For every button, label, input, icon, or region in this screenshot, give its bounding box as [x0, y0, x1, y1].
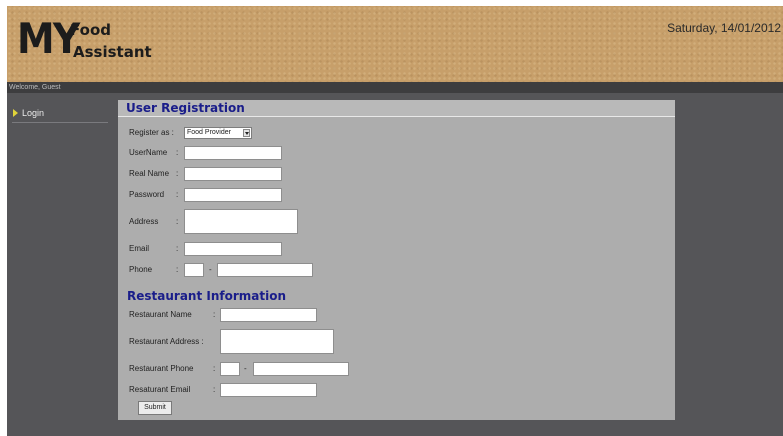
restaurant-phone-label: Restaurant Phone — [129, 364, 194, 373]
restaurant-name-colon: : — [213, 310, 216, 319]
current-date: Saturday, 14/01/2012 — [667, 21, 781, 35]
registration-panel: User Registration Register as : Food Pro… — [118, 100, 675, 420]
address-textarea[interactable] — [184, 209, 298, 234]
phone-dash: - — [209, 265, 212, 274]
restaurant-name-input[interactable] — [220, 308, 317, 322]
email-label: Email — [129, 244, 150, 253]
phone-number-input[interactable] — [217, 263, 313, 277]
restaurant-phone-number-input[interactable] — [253, 362, 349, 376]
welcome-bar: Welcome, Guest — [7, 82, 783, 93]
restaurant-email-input[interactable] — [220, 383, 317, 397]
arrow-right-icon — [13, 109, 18, 117]
restaurant-phone-prefix-input[interactable] — [220, 362, 240, 376]
restaurant-phone-colon: : — [213, 364, 216, 373]
submit-button[interactable]: Submit — [138, 401, 172, 415]
logo-food-text: Food — [70, 21, 111, 39]
header: MY Food Assistant Saturday, 14/01/2012 — [7, 6, 783, 82]
restaurant-phone-dash: - — [244, 364, 247, 373]
app-frame: MY Food Assistant Saturday, 14/01/2012 W… — [7, 6, 783, 436]
welcome-text: Welcome, Guest — [9, 84, 61, 91]
phone-colon: : — [176, 265, 179, 274]
username-colon: : — [176, 148, 179, 157]
username-input[interactable] — [184, 146, 282, 160]
address-colon: : — [176, 217, 179, 226]
register-as-label: Register as : — [129, 128, 174, 137]
register-as-select[interactable]: Food Provider — [184, 127, 252, 139]
chevron-down-icon[interactable] — [243, 129, 250, 137]
password-input[interactable] — [184, 188, 282, 202]
logo[interactable]: MY Food Assistant — [17, 14, 167, 72]
restaurant-address-textarea[interactable] — [220, 329, 334, 354]
restaurant-name-label: Restaurant Name — [129, 310, 192, 319]
sidebar-item-login[interactable]: Login — [12, 104, 108, 123]
realname-input[interactable] — [184, 167, 282, 181]
realname-colon: : — [176, 169, 179, 178]
panel-title-bar: User Registration — [118, 100, 675, 117]
realname-label: Real Name — [129, 169, 170, 178]
login-link[interactable]: Login — [22, 108, 44, 118]
email-colon: : — [176, 244, 179, 253]
phone-label: Phone — [129, 265, 153, 274]
restaurant-address-label: Restaurant Address : — [129, 337, 204, 346]
register-as-value: Food Provider — [187, 129, 231, 136]
password-colon: : — [176, 190, 179, 199]
email-input[interactable] — [184, 242, 282, 256]
logo-assistant-text: Assistant — [73, 43, 152, 61]
username-label: UserName — [129, 148, 168, 157]
password-label: Password — [129, 190, 165, 199]
user-registration-title: User Registration — [126, 101, 245, 115]
restaurant-information-title: Restaurant Information — [127, 289, 286, 303]
phone-prefix-input[interactable] — [184, 263, 204, 277]
sidebar — [7, 93, 117, 436]
restaurant-email-colon: : — [213, 385, 216, 394]
address-label: Address — [129, 217, 159, 226]
restaurant-email-label: Resaturant Email — [129, 385, 191, 394]
